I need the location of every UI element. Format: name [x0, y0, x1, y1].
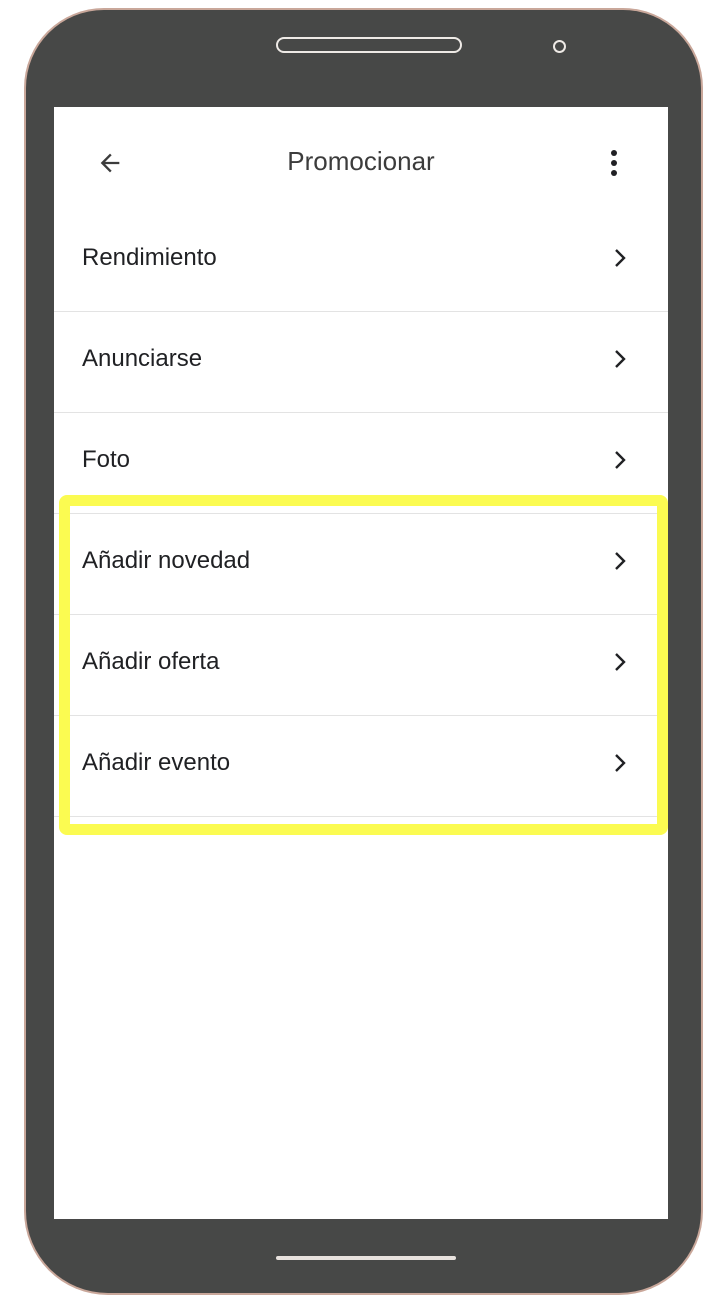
menu-item-foto[interactable]: Foto — [54, 413, 668, 514]
speaker-grille — [276, 37, 462, 53]
menu-item-label: Añadir novedad — [82, 547, 251, 574]
chevron-right-icon — [615, 754, 626, 772]
menu-item-label: Añadir oferta — [82, 648, 220, 675]
chevron-right-icon — [615, 350, 626, 368]
menu-item-anadir-novedad[interactable]: Añadir novedad — [54, 514, 668, 615]
front-camera — [553, 40, 566, 53]
app-screen: Promocionar Rendimiento Anunciarse Foto — [54, 107, 668, 1219]
menu-item-label: Añadir evento — [82, 749, 231, 776]
chevron-right-icon — [615, 451, 626, 469]
menu-item-label: Rendimiento — [82, 244, 217, 271]
promote-menu-list: Rendimiento Anunciarse Foto Añadir noved… — [54, 211, 668, 817]
chevron-right-icon — [615, 653, 626, 671]
chevron-right-icon — [615, 249, 626, 267]
chevron-right-icon — [615, 552, 626, 570]
menu-item-anadir-evento[interactable]: Añadir evento — [54, 716, 668, 817]
menu-item-anunciarse[interactable]: Anunciarse — [54, 312, 668, 413]
app-bar: Promocionar — [54, 107, 668, 214]
menu-item-rendimiento[interactable]: Rendimiento — [54, 211, 668, 312]
page-title: Promocionar — [287, 146, 435, 176]
menu-item-anadir-oferta[interactable]: Añadir oferta — [54, 615, 668, 716]
home-indicator[interactable] — [276, 1256, 456, 1260]
menu-item-label: Foto — [82, 446, 131, 473]
more-options-button[interactable] — [600, 143, 628, 183]
menu-item-label: Anunciarse — [82, 345, 203, 372]
more-vert-icon — [611, 150, 617, 176]
